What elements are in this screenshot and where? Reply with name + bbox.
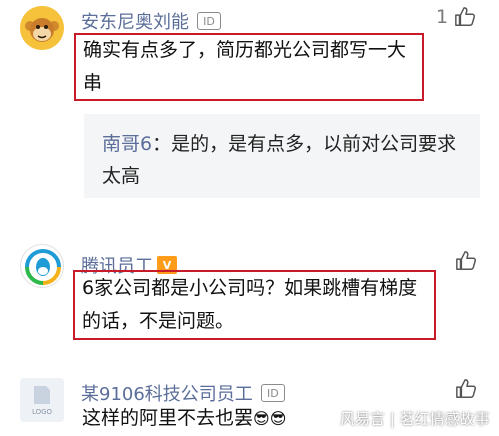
comment-body: 确实有点多了，简历都光公司都写一大串 [83, 39, 407, 94]
reply-block[interactable]: 南哥6：是的，是有点多，以前对公司要求太高 [84, 114, 480, 198]
sunglasses-emoji: 😎😎 [253, 409, 287, 428]
logo-placeholder-text: LOGO [31, 408, 53, 416]
tencent-logo-icon [23, 247, 63, 287]
like-button[interactable] [455, 250, 477, 272]
id-badge: ID [260, 384, 285, 402]
username[interactable]: 安东尼奥刘能 [81, 8, 189, 34]
thumbs-up-icon [456, 251, 477, 270]
avatar-logo-placeholder[interactable]: LOGO [20, 378, 64, 422]
like-button[interactable] [455, 378, 477, 400]
avatar-tencent[interactable] [20, 244, 64, 288]
reply-author[interactable]: 南哥6 [102, 133, 152, 155]
id-badge: ID [197, 12, 221, 30]
like-count: 1 [436, 6, 449, 28]
username-row-1: 安东尼奥刘能 ID [81, 8, 221, 34]
like-button[interactable]: 1 [436, 6, 476, 28]
monkey-avatar-icon [20, 6, 64, 50]
comment-body: 6家公司都是小公司吗？如果跳槽有梯度的话，不是问题。 [82, 277, 418, 332]
comment-text: 这样的阿里不去也罢 [82, 407, 254, 429]
avatar-monkey[interactable] [20, 6, 64, 50]
watermark: 风易言 | 茗红情感故事 [340, 410, 490, 428]
thumbs-up-icon [455, 7, 476, 26]
thumbs-up-icon [456, 379, 477, 398]
reply-separator: ： [152, 133, 172, 155]
comment-body: 这样的阿里不去也罢😎😎 [82, 402, 342, 435]
